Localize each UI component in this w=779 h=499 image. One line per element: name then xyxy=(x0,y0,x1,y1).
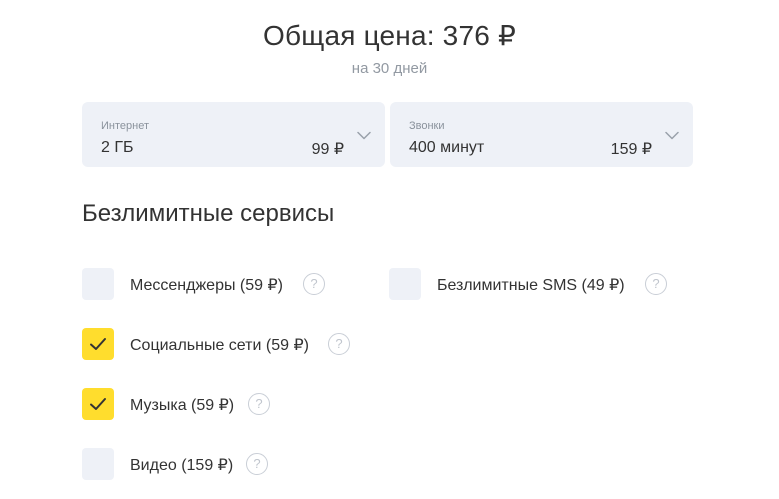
total-price: Общая цена: 376 ₽ xyxy=(263,20,516,51)
option-music[interactable]: Музыка (59 ₽) ? xyxy=(82,388,302,420)
unlimited-sms-label: Безлимитные SMS (49 ₽) xyxy=(437,277,625,294)
option-unlimited-sms[interactable]: Безлимитные SMS (49 ₽) ? xyxy=(389,268,689,300)
services-title: Безлимитные сервисы xyxy=(82,200,335,227)
music-label: Музыка (59 ₽) xyxy=(130,397,235,414)
internet-dropdown-price: 99 ₽ xyxy=(311,141,344,158)
chevron-down-icon xyxy=(665,131,679,140)
tariff-builder: Общая цена: 376 ₽ на 30 дней Интернет 2 … xyxy=(0,0,779,499)
option-video[interactable]: Видео (159 ₽) ? xyxy=(82,448,302,480)
internet-dropdown-label: Интернет xyxy=(101,120,149,132)
question-circle-icon[interactable]: ? xyxy=(328,333,350,355)
option-social-networks[interactable]: Социальные сети (59 ₽) ? xyxy=(82,328,372,360)
internet-dropdown-value: 2 ГБ xyxy=(101,139,134,156)
chevron-down-icon xyxy=(357,131,371,140)
check-icon xyxy=(90,398,106,410)
option-messengers[interactable]: Мессенджеры (59 ₽) ? xyxy=(82,268,352,300)
internet-dropdown[interactable]: Интернет 2 ГБ 99 ₽ xyxy=(82,102,385,167)
question-circle-icon[interactable]: ? xyxy=(303,273,325,295)
calls-dropdown-value: 400 минут xyxy=(409,139,485,156)
question-circle-icon[interactable]: ? xyxy=(248,393,270,415)
music-checkbox[interactable] xyxy=(82,388,114,420)
video-label: Видео (159 ₽) xyxy=(130,457,234,474)
check-icon xyxy=(90,338,106,350)
video-checkbox[interactable] xyxy=(82,448,114,480)
messengers-label: Мессенджеры (59 ₽) xyxy=(130,277,283,294)
question-circle-icon[interactable]: ? xyxy=(246,453,268,475)
social-networks-checkbox[interactable] xyxy=(82,328,114,360)
calls-dropdown[interactable]: Звонки 400 минут 159 ₽ xyxy=(390,102,693,167)
unlimited-sms-checkbox[interactable] xyxy=(389,268,421,300)
question-circle-icon[interactable]: ? xyxy=(645,273,667,295)
calls-dropdown-price: 159 ₽ xyxy=(610,141,652,158)
messengers-checkbox[interactable] xyxy=(82,268,114,300)
social-networks-label: Социальные сети (59 ₽) xyxy=(130,337,309,354)
calls-dropdown-label: Звонки xyxy=(409,120,445,132)
price-period: на 30 дней xyxy=(351,60,428,77)
